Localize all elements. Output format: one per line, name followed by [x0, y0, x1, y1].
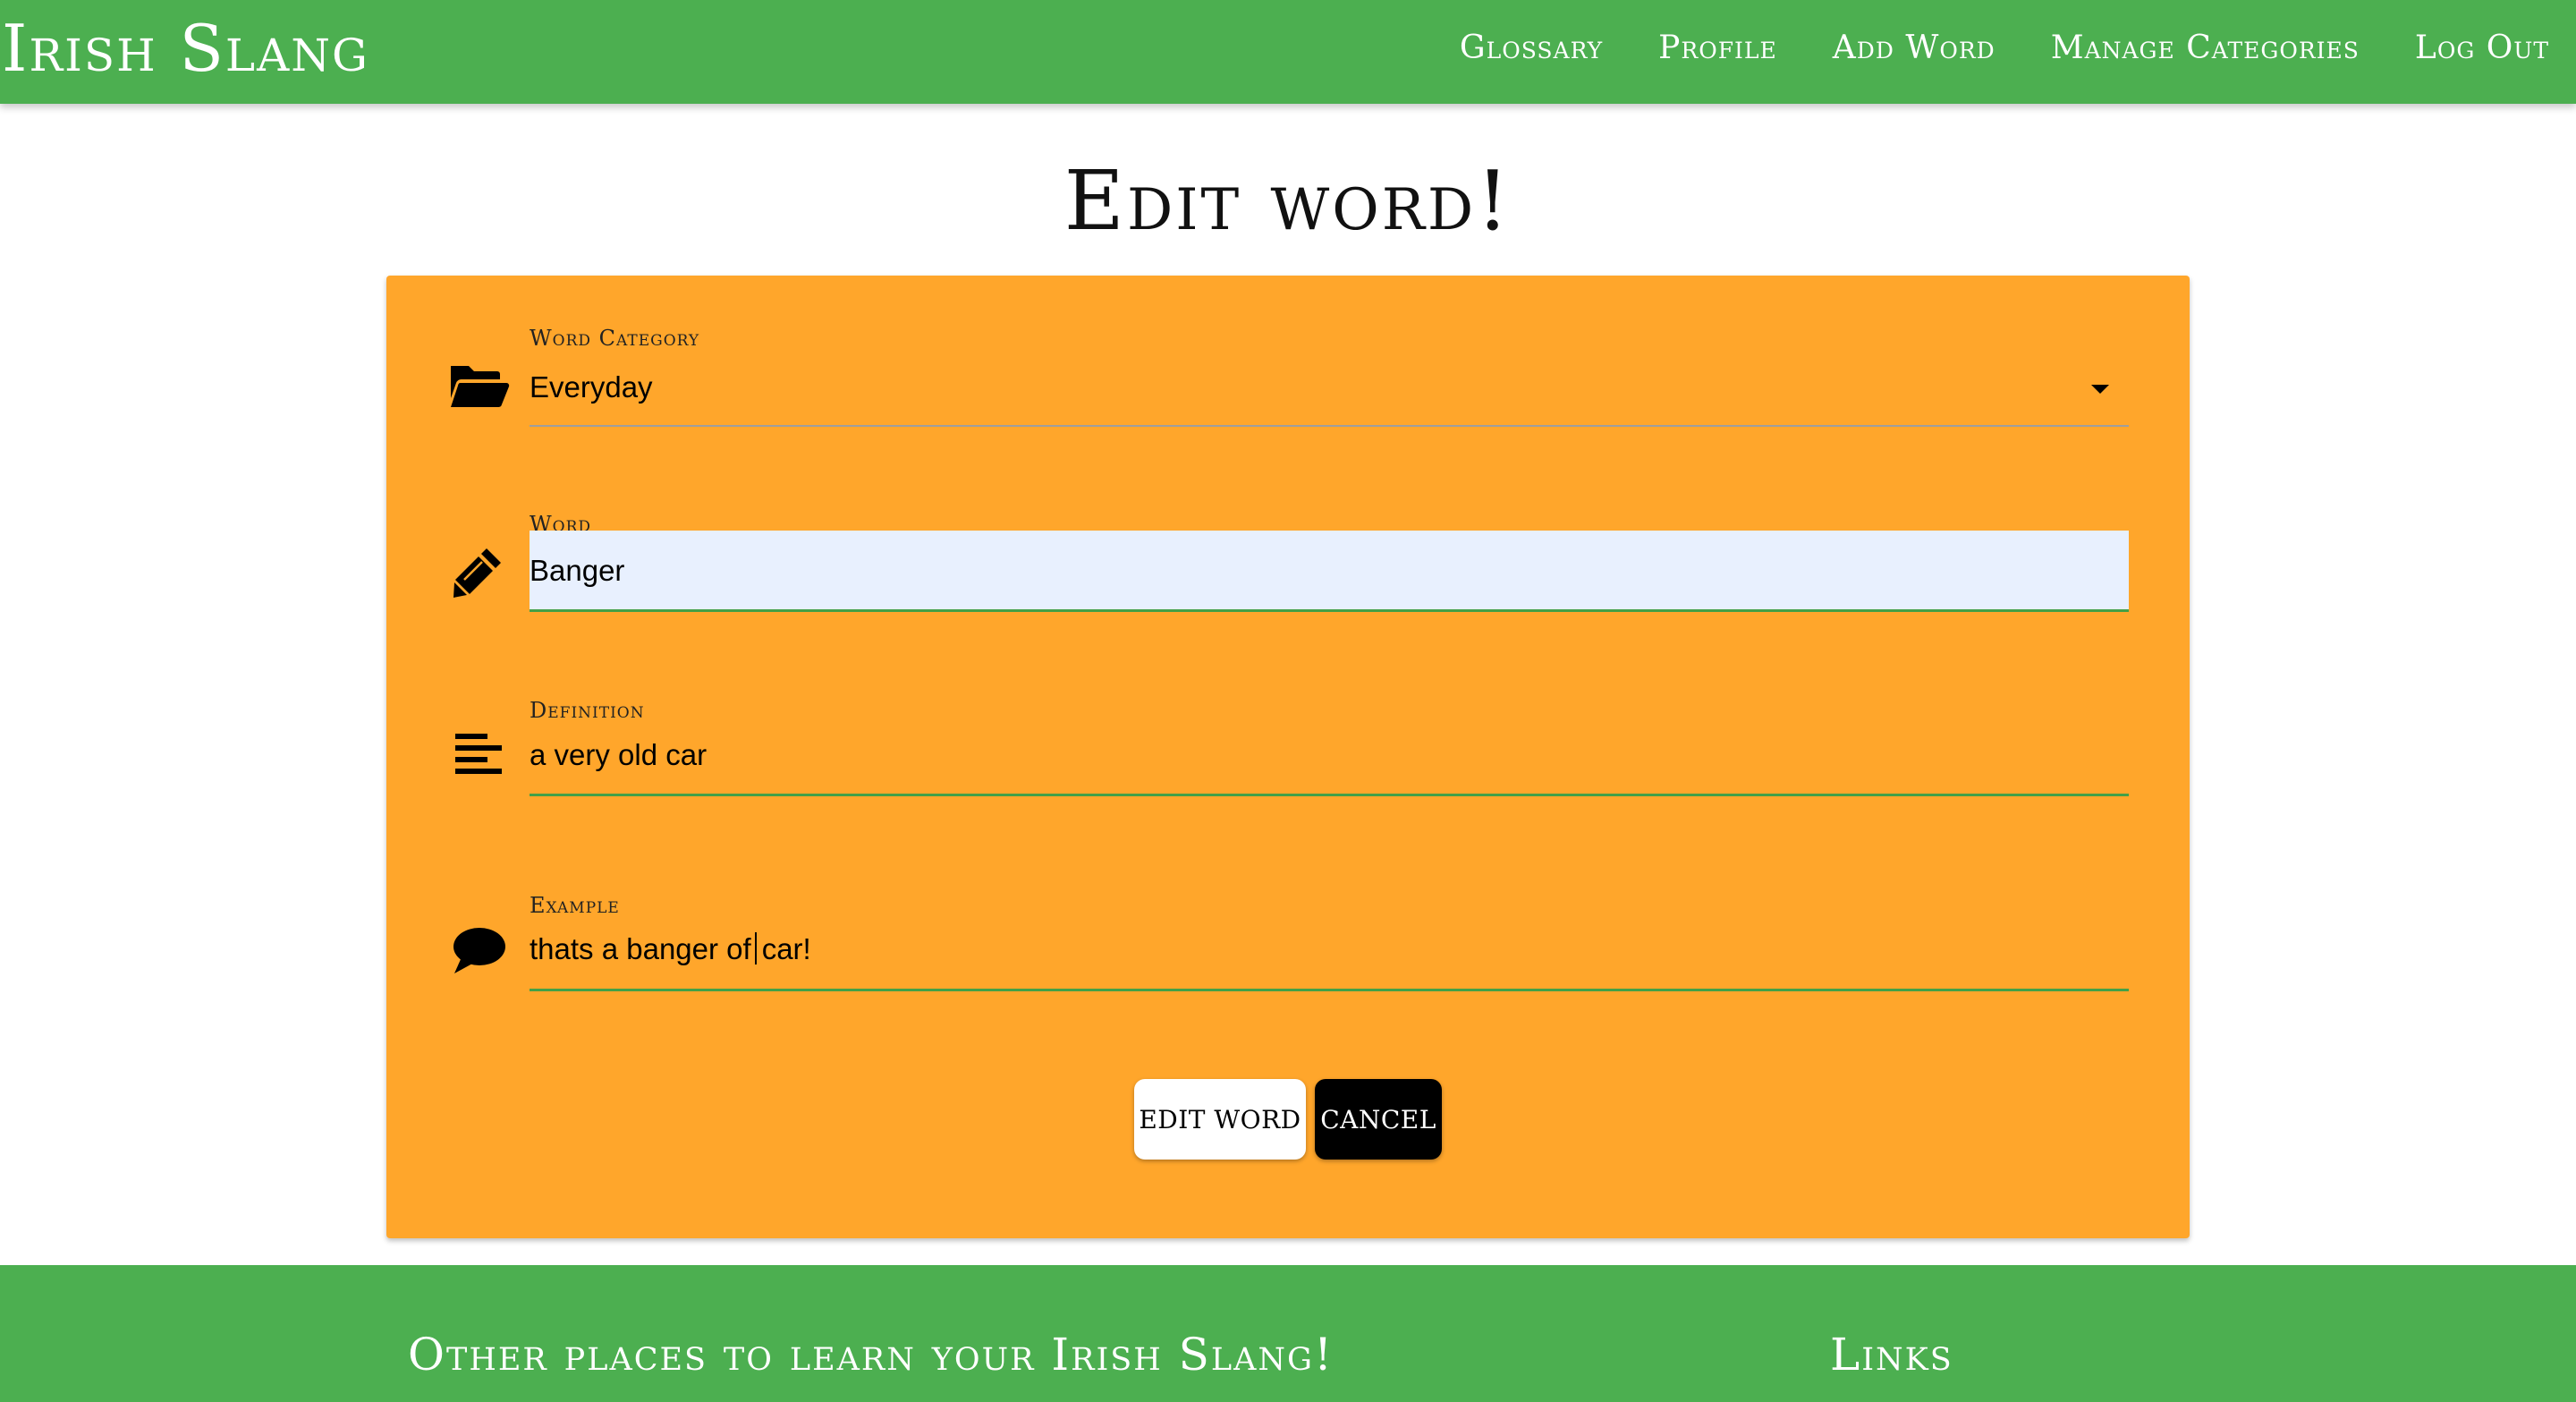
category-underline: [530, 425, 2129, 427]
top-navbar: Irish Slang Glossary Profile Add Word Ma…: [0, 0, 2576, 104]
text-cursor: [754, 932, 757, 964]
category-label: Word Category: [530, 326, 700, 351]
nav-link-log-out[interactable]: Log Out: [2415, 27, 2549, 70]
cancel-button[interactable]: CANCEL: [1315, 1079, 1442, 1160]
nav-link-add-word[interactable]: Add Word: [1833, 27, 1996, 70]
page-title: Edit word!: [1063, 153, 1513, 249]
edit-word-button[interactable]: EDIT WORD: [1134, 1079, 1306, 1160]
example-input[interactable]: thats a banger of car!: [530, 931, 811, 967]
align-left-icon: [447, 724, 510, 786]
edit-word-form-card: Word Category Everyday Word Banger Defin…: [386, 276, 2190, 1238]
folder-open-icon: [447, 353, 510, 415]
chevron-down-icon[interactable]: [2091, 385, 2109, 394]
footer-heading-learn: Other places to learn your Irish Slang!: [408, 1329, 1335, 1381]
definition-input[interactable]: a very old car: [530, 737, 707, 773]
example-text-before-cursor: thats a banger of: [530, 932, 751, 965]
word-input[interactable]: Banger: [530, 553, 624, 589]
word-input-autofill-bg: [530, 531, 2129, 611]
example-underline: [530, 989, 2129, 991]
definition-label: Definition: [530, 698, 645, 723]
footer-heading-links: Links: [1830, 1329, 1953, 1381]
pencil-icon: [447, 540, 510, 602]
word-underline: [530, 609, 2129, 612]
example-label: Example: [530, 893, 620, 918]
footer: Other places to learn your Irish Slang! …: [0, 1265, 2576, 1402]
nav-links: Glossary Profile Add Word Manage Categor…: [1460, 27, 2549, 70]
example-text-after-cursor: car!: [761, 932, 811, 965]
nav-link-manage-categories[interactable]: Manage Categories: [2051, 27, 2360, 70]
nav-link-profile[interactable]: Profile: [1658, 27, 1777, 70]
comment-icon: [447, 919, 510, 981]
category-select[interactable]: Everyday: [530, 370, 653, 405]
nav-link-glossary[interactable]: Glossary: [1460, 27, 1603, 70]
definition-underline: [530, 794, 2129, 796]
brand-logo-text[interactable]: Irish Slang: [2, 13, 369, 84]
